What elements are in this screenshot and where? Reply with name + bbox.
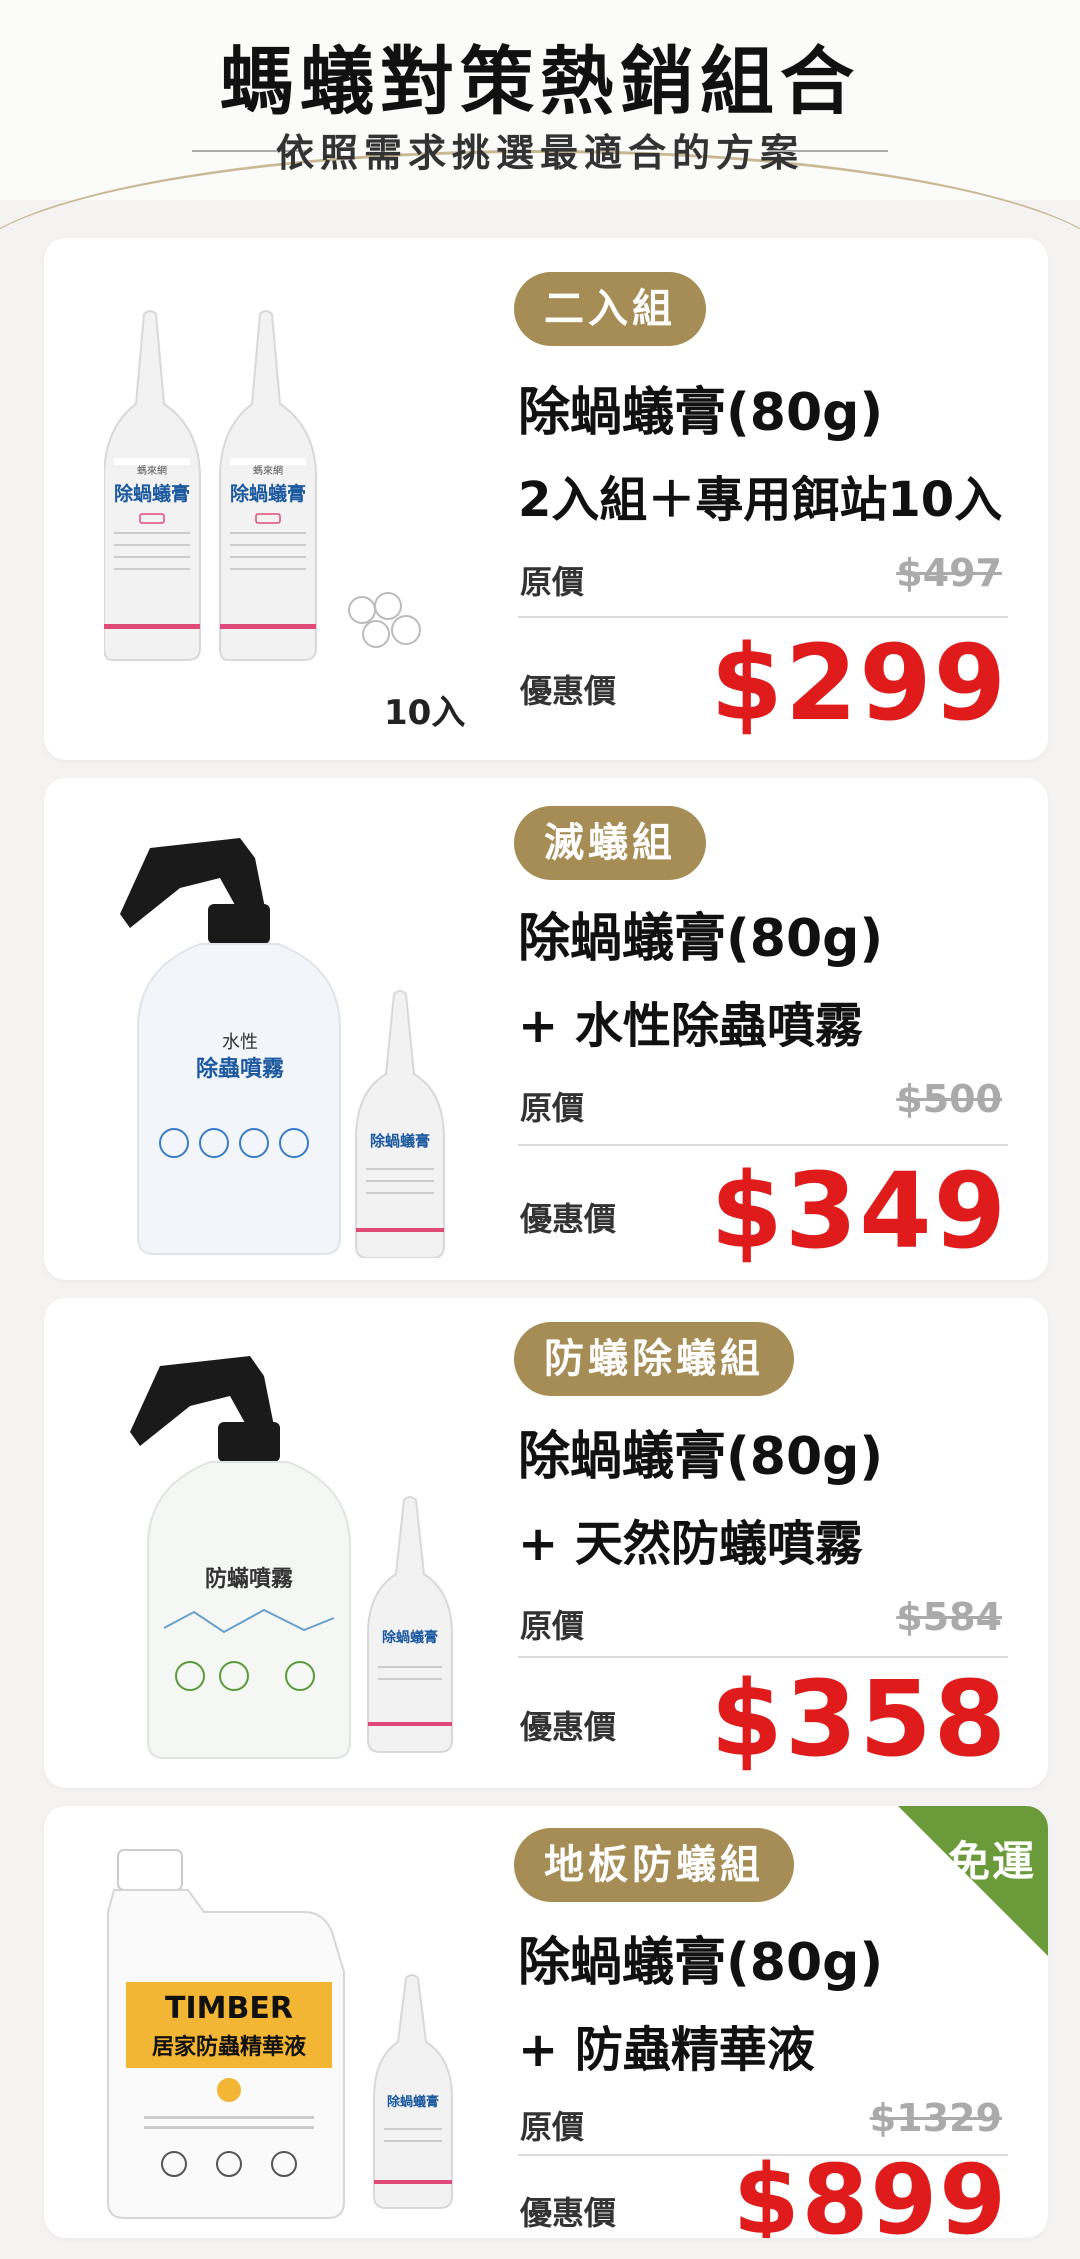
bundle-tag: 防蟻除蟻組: [514, 1322, 794, 1396]
bundle-name-line1: 除蝸蟻膏(80g): [518, 1427, 884, 1487]
price-divider: [518, 616, 1008, 618]
bait-count-label: 10入: [384, 693, 466, 733]
sale-price: $899: [732, 2144, 1008, 2238]
svg-text:除蟲噴霧: 除蟲噴霧: [196, 1056, 285, 1082]
svg-text:除蝸蟻膏: 除蝸蟻膏: [387, 2094, 439, 2110]
original-price: $500: [896, 1077, 1002, 1121]
original-price-label: 原價: [520, 1089, 585, 1127]
bundle-tag: 地板防蟻組: [514, 1828, 794, 1902]
original-price-label: 原價: [520, 1607, 585, 1645]
sale-price-label: 優惠價: [520, 1708, 617, 1746]
svg-text:TIMBER: TIMBER: [165, 1991, 293, 2026]
sale-price: $358: [710, 1658, 1008, 1780]
bundle-tag: 二入組: [514, 272, 706, 346]
original-price: $1329: [869, 2096, 1002, 2140]
original-price-label: 原價: [520, 563, 585, 601]
bundle-name-line2: + 水性除蟲噴霧: [518, 998, 863, 1054]
bundle-name-line2: + 防蟲精華液: [518, 2022, 815, 2078]
sale-price-label: 優惠價: [520, 1200, 617, 1238]
sale-price-label: 優惠價: [520, 2194, 617, 2232]
bundle-name-line2: + 天然防蟻噴霧: [518, 1516, 863, 1572]
subtitle-line-right: [768, 150, 888, 152]
bundle-name-line2: 2入組＋專用餌站10入: [518, 472, 1003, 528]
bundle-card-two-pack[interactable]: 螞來網 除蝸蟻膏 10入 二入組 除蝸蟻膏(80g) 2入組＋專用餌站10入 原…: [44, 238, 1048, 760]
bundle-name-line1: 除蝸蟻膏(80g): [518, 1933, 884, 1993]
svg-text:除蝸蟻膏: 除蝸蟻膏: [382, 1629, 438, 1646]
original-price-label: 原價: [520, 2108, 585, 2146]
bait-station-image: [348, 592, 421, 648]
sale-price: $349: [710, 1150, 1008, 1272]
page-header: 螞蟻對策熱銷組合 依照需求挑選最適合的方案: [0, 0, 1080, 200]
page-subtitle: 依照需求挑選最適合的方案: [275, 131, 804, 175]
original-price: $584: [896, 1595, 1002, 1639]
jug-and-glue-image: TIMBER 居家防蟲精華液 除蝸蟻膏: [107, 1849, 453, 2219]
svg-text:螞來網: 螞來網: [137, 464, 167, 477]
bundle-card-prevent-kill[interactable]: 防蟎噴霧 除蝸蟻膏 防蟻除蟻組 除蝸蟻膏(80g) + 天然防蟻噴霧 原價 $5…: [44, 1298, 1048, 1788]
svg-text:除蝸蟻膏: 除蝸蟻膏: [114, 482, 190, 505]
page-title: 螞蟻對策熱銷組合: [220, 39, 860, 125]
bundle-tag: 滅蟻組: [514, 806, 706, 880]
bundle-card-floor[interactable]: 免運 TIMBER 居家防蟲精華液 除蝸蟻膏 地板防蟻組 除蝸蟻膏(80g) +…: [44, 1806, 1048, 2238]
spray-and-glue-image: 水性 除蟲噴霧 除蝸蟻膏: [120, 838, 445, 1258]
bundle-name-line1: 除蝸蟻膏(80g): [518, 909, 884, 969]
svg-text:水性: 水性: [222, 1032, 258, 1053]
original-price: $497: [896, 551, 1002, 595]
price-divider: [518, 1144, 1008, 1146]
svg-text:居家防蟲精華液: 居家防蟲精華液: [152, 2034, 306, 2060]
sale-price-label: 優惠價: [520, 672, 617, 710]
svg-text:防蟎噴霧: 防蟎噴霧: [205, 1566, 294, 1592]
svg-text:除蝸蟻膏: 除蝸蟻膏: [370, 1132, 430, 1150]
free-shipping-badge: 免運: [947, 1837, 1036, 1886]
sale-price: $299: [710, 622, 1008, 744]
natural-spray-and-glue-image: 防蟎噴霧 除蝸蟻膏: [130, 1356, 453, 1759]
bundle-card-ant-kill[interactable]: 水性 除蟲噴霧 除蝸蟻膏 滅蟻組 除蝸蟻膏(80g) + 水性除蟲噴霧 原價 $…: [44, 778, 1048, 1280]
glue-bottle-pair-image: 螞來網 除蝸蟻膏: [104, 310, 317, 661]
bundle-name-line1: 除蝸蟻膏(80g): [518, 383, 884, 443]
